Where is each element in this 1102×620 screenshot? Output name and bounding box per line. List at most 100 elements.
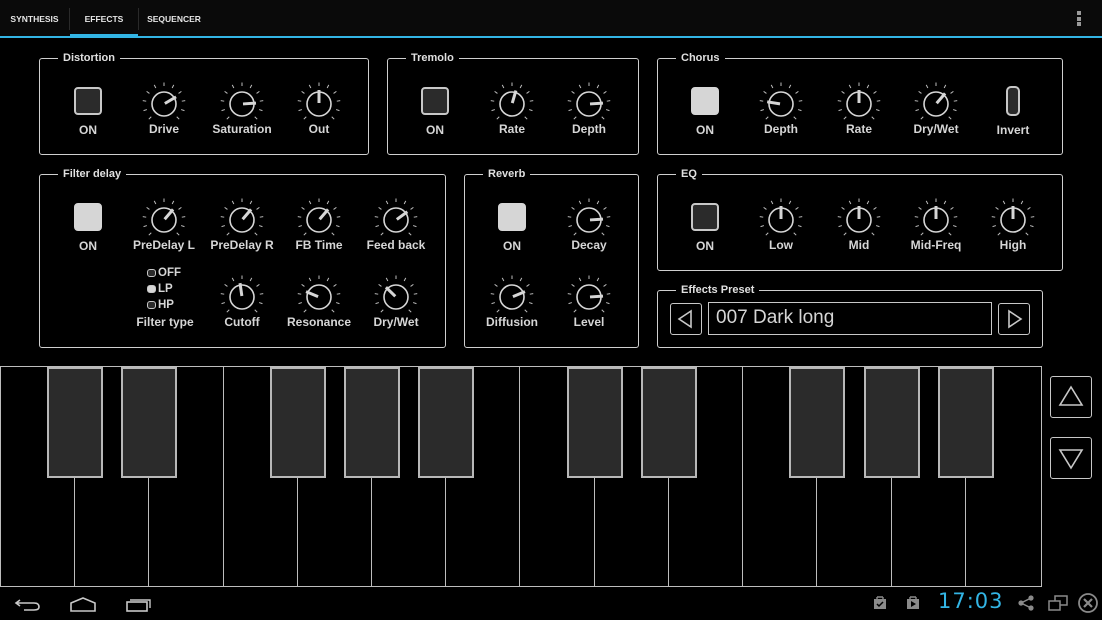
- screen-icon[interactable]: [1047, 594, 1069, 612]
- diffusion-knob[interactable]: [490, 275, 534, 313]
- knob-label: Dry/Wet: [373, 315, 419, 329]
- knob-label: Mid: [848, 238, 870, 252]
- back-icon[interactable]: [14, 596, 42, 612]
- knob-tick: [837, 216, 842, 218]
- radio-label: HP: [158, 299, 174, 311]
- feedback-knob[interactable]: [374, 198, 418, 236]
- fb-time-knob[interactable]: [297, 198, 341, 236]
- close-icon[interactable]: [1077, 592, 1099, 614]
- toggle-label: ON: [696, 123, 714, 137]
- predelay-r-knob[interactable]: [220, 198, 264, 236]
- recent-apps-icon[interactable]: [125, 596, 153, 612]
- knob-label: Rate: [845, 122, 873, 136]
- knob-tick: [914, 216, 919, 218]
- knob-tick: [374, 216, 379, 218]
- depth-knob[interactable]: [567, 82, 611, 120]
- distortion-on-toggle[interactable]: [74, 87, 102, 115]
- drive-knob[interactable]: [142, 82, 186, 120]
- rate-knob[interactable]: [490, 82, 534, 120]
- knob-tick: [374, 293, 379, 295]
- dry-wet-knob[interactable]: [914, 82, 958, 120]
- knob-body: [151, 91, 177, 117]
- system-nav-bar: [0, 588, 1102, 620]
- black-key[interactable]: [418, 367, 475, 478]
- tab-label: SYNTHESIS: [10, 14, 59, 24]
- filter-type-off-radio[interactable]: OFF: [147, 267, 181, 279]
- knob-tick: [490, 293, 495, 295]
- filter-type-label: Filter type: [136, 315, 194, 329]
- black-key[interactable]: [863, 367, 920, 478]
- knob-label: FB Time: [295, 238, 343, 252]
- knob-label: PreDelay L: [132, 238, 196, 252]
- knob-tick: [759, 100, 764, 102]
- preset-name-field[interactable]: 007 Dark long: [708, 302, 992, 335]
- panel-title: EQ: [676, 167, 702, 181]
- tremolo-on-toggle[interactable]: [421, 87, 449, 115]
- black-key[interactable]: [344, 367, 401, 478]
- black-key[interactable]: [47, 367, 104, 478]
- knob-pointer: [242, 101, 257, 106]
- filter-type-lp-radio[interactable]: LP: [147, 283, 173, 295]
- black-key[interactable]: [121, 367, 178, 478]
- mid-freq-knob[interactable]: [914, 198, 958, 236]
- predelay-l-knob[interactable]: [142, 198, 186, 236]
- knob-tick: [529, 293, 534, 295]
- radio-label: OFF: [158, 267, 181, 279]
- cutoff-knob[interactable]: [220, 275, 264, 313]
- knob-tick: [297, 293, 302, 295]
- knob-tick: [606, 216, 611, 218]
- radio-label: LP: [158, 283, 173, 295]
- depth-knob[interactable]: [759, 82, 803, 120]
- play-store-icon[interactable]: [905, 595, 921, 611]
- overflow-menu-icon[interactable]: [1075, 11, 1083, 29]
- knob-label: High: [999, 238, 1027, 252]
- out-knob[interactable]: [297, 82, 341, 120]
- octave-down-button[interactable]: [1050, 437, 1092, 479]
- low-knob[interactable]: [759, 198, 803, 236]
- invert-toggle[interactable]: [1006, 86, 1020, 116]
- black-key[interactable]: [937, 367, 994, 478]
- knob-tick: [297, 100, 302, 102]
- panel-title: Filter delay: [58, 167, 127, 181]
- black-key[interactable]: [789, 367, 846, 478]
- share-icon[interactable]: [1017, 594, 1035, 612]
- tab-effects[interactable]: EFFECTS: [70, 0, 138, 38]
- decay-knob[interactable]: [567, 198, 611, 236]
- octave-up-button[interactable]: [1050, 376, 1092, 418]
- preset-prev-button[interactable]: [670, 303, 702, 335]
- knob-tick: [798, 100, 803, 102]
- chorus-on-toggle[interactable]: [691, 87, 719, 115]
- knob-body: [499, 284, 525, 310]
- eq-on-toggle[interactable]: [691, 203, 719, 231]
- home-icon[interactable]: [69, 596, 97, 612]
- filter-delay-on-toggle[interactable]: [74, 203, 102, 231]
- knob-tick: [1030, 216, 1035, 218]
- black-key[interactable]: [566, 367, 623, 478]
- knob-tick: [413, 293, 418, 295]
- knob-pointer: [238, 282, 244, 297]
- toggle-label: ON: [79, 239, 97, 253]
- saturation-knob[interactable]: [220, 82, 264, 120]
- action-bar-underline: [0, 36, 1102, 38]
- level-knob[interactable]: [567, 275, 611, 313]
- knob-tick: [567, 216, 572, 218]
- mid-knob[interactable]: [837, 198, 881, 236]
- knob-tick: [259, 100, 264, 102]
- knob-pointer: [766, 100, 781, 106]
- preset-next-button[interactable]: [998, 303, 1030, 335]
- task-check-icon[interactable]: [872, 595, 888, 611]
- knob-tick: [336, 100, 341, 102]
- reverb-on-toggle[interactable]: [498, 203, 526, 231]
- black-key[interactable]: [640, 367, 697, 478]
- panel-title: Effects Preset: [676, 283, 760, 297]
- high-knob[interactable]: [991, 198, 1035, 236]
- tab-synthesis[interactable]: SYNTHESIS: [0, 0, 69, 36]
- filter-type-hp-radio[interactable]: HP: [147, 299, 174, 311]
- rate-knob[interactable]: [837, 82, 881, 120]
- knob-tick: [142, 100, 147, 102]
- tab-sequencer[interactable]: SEQUENCER: [139, 0, 209, 36]
- dry-wet-knob[interactable]: [374, 275, 418, 313]
- black-key[interactable]: [269, 367, 326, 478]
- resonance-knob[interactable]: [297, 275, 341, 313]
- knob-tick: [914, 100, 919, 102]
